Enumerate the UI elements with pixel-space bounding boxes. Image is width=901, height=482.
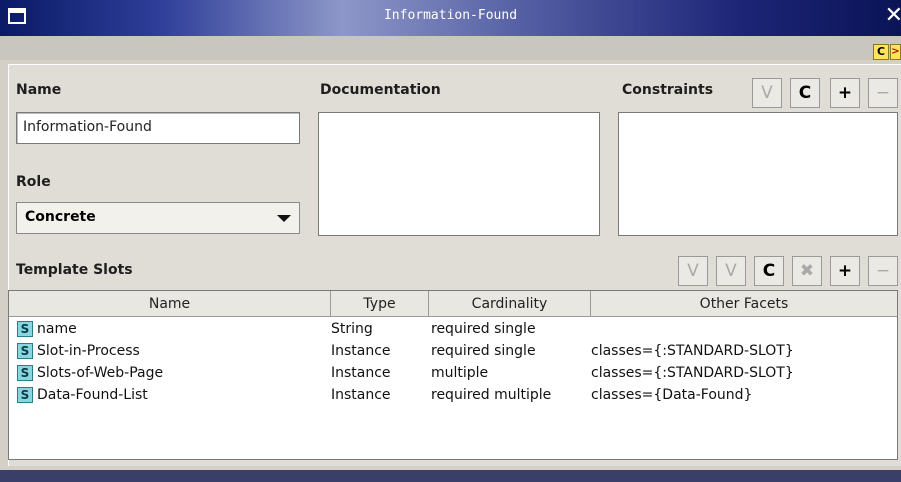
table-row[interactable]: S Slot-in-Process Instance required sing… [9,341,897,361]
window-title: Information-Found [383,8,518,23]
slots-view-top-button[interactable]: V [678,256,708,286]
constraints-view-button[interactable]: V [752,78,782,108]
slot-icon: S [17,321,33,337]
slot-name: name [37,321,77,337]
slot-facets: classes={:STANDARD-SLOT} [591,365,794,381]
slot-type: Instance [331,343,391,359]
name-field[interactable]: Information-Found [16,112,300,144]
slot-name: Data-Found-List [37,387,148,403]
table-row[interactable]: S Slots-of-Web-Page Instance multiple cl… [9,363,897,383]
constraints-label: Constraints [622,82,714,98]
slot-cardinality: required single [431,321,536,337]
template-slots-label: Template Slots [16,262,133,278]
slot-name: Slots-of-Web-Page [37,365,164,381]
slot-facets: classes={Data-Found} [591,387,753,403]
slot-cardinality: required multiple [431,387,552,403]
slot-icon: S [17,365,33,381]
column-header-name[interactable]: Name [9,291,331,317]
column-header-other-facets[interactable]: Other Facets [591,291,897,317]
name-label: Name [16,82,62,98]
slot-facets: classes={:STANDARD-SLOT} [591,343,794,359]
arrow-badge-icon[interactable]: > [890,44,901,60]
constraints-create-button[interactable]: C [790,78,820,108]
slot-type: Instance [331,365,391,381]
slot-type: String [331,321,373,337]
slots-remove-button[interactable]: − [868,256,898,286]
taskbar-strip [0,470,901,482]
template-slots-table[interactable]: Name Type Cardinality Other Facets S nam… [8,290,898,460]
c-badge-icon[interactable]: C [873,44,889,60]
table-row[interactable]: S name String required single [9,319,897,339]
documentation-label: Documentation [320,82,441,98]
slot-cardinality: multiple [431,365,489,381]
documentation-textarea[interactable] [318,112,600,236]
constraints-list[interactable] [618,112,898,236]
chevron-down-icon [277,215,291,222]
slots-view-facets-button[interactable]: V [716,256,746,286]
table-row[interactable]: S Data-Found-List Instance required mult… [9,385,897,405]
column-header-type[interactable]: Type [331,291,429,317]
slot-cardinality: required single [431,343,536,359]
slot-icon: S [17,387,33,403]
slot-icon: S [17,343,33,359]
column-header-cardinality[interactable]: Cardinality [429,291,591,317]
constraints-remove-button[interactable]: − [868,78,898,108]
slots-add-button[interactable]: + [830,256,860,286]
close-icon[interactable]: ✕ [885,4,901,28]
slot-name: Slot-in-Process [37,343,140,359]
title-bar[interactable]: Information-Found ✕ [0,0,901,36]
toolbar-strip [0,36,901,60]
role-label: Role [16,174,51,190]
constraints-add-button[interactable]: + [830,78,860,108]
table-header: Name Type Cardinality Other Facets [9,291,897,317]
slot-type: Instance [331,387,391,403]
role-select-value: Concrete [25,209,96,225]
slots-create-button[interactable]: C [754,256,784,286]
role-select[interactable]: Concrete [16,202,300,234]
slots-delete-button[interactable]: ✖ [792,256,822,286]
